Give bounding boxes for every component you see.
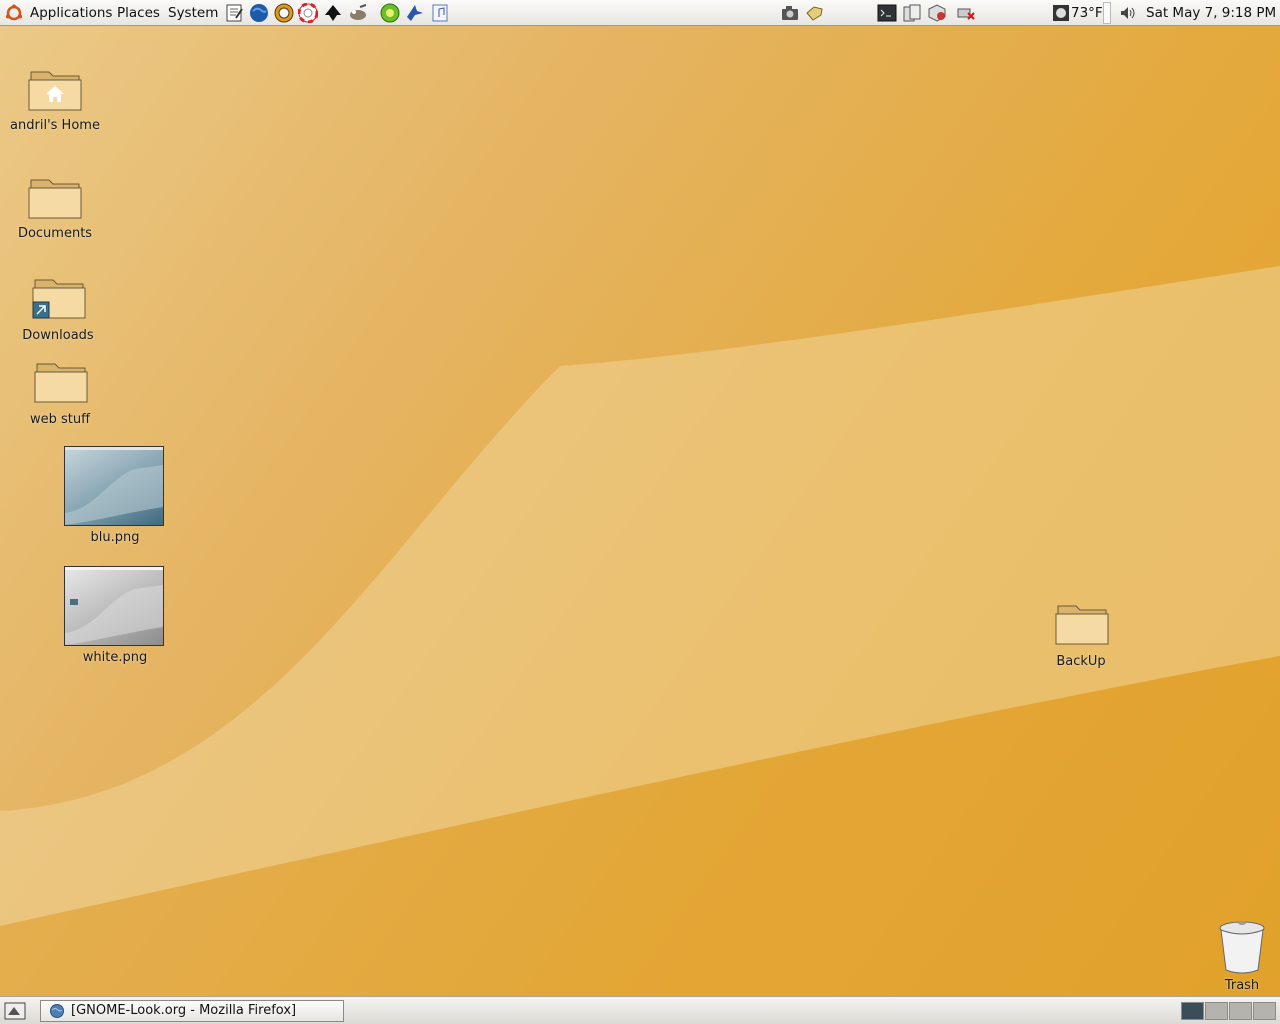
places-menu[interactable]: Places xyxy=(117,4,160,22)
blu-png-file-icon[interactable]: blu.png xyxy=(64,446,166,546)
image-thumbnail xyxy=(64,446,164,526)
moon-weather-icon[interactable] xyxy=(1053,5,1069,21)
package-manager-icon[interactable] xyxy=(927,3,947,23)
system-menu[interactable]: System xyxy=(168,4,218,22)
network-disconnected-icon[interactable] xyxy=(956,3,976,23)
weather-temperature[interactable]: 73°F xyxy=(1071,4,1103,22)
downloads-folder-icon[interactable]: Downloads xyxy=(10,274,106,343)
backup-folder-icon[interactable]: BackUp xyxy=(1036,600,1126,669)
applications-menu[interactable]: Applications xyxy=(30,4,112,22)
camera-icon[interactable] xyxy=(780,3,800,23)
help-launcher-icon[interactable] xyxy=(298,3,318,23)
gimp-launcher-icon[interactable] xyxy=(348,3,368,23)
folder-icon xyxy=(34,363,88,403)
folder-link-icon xyxy=(32,279,86,319)
bottom-panel: [GNOME-Look.org - Mozilla Firefox] xyxy=(0,996,1280,1024)
chat-launcher-icon[interactable] xyxy=(405,3,425,23)
icon-label: white.png xyxy=(82,650,148,665)
clock[interactable]: Sat May 7, 9:18 PM xyxy=(1146,4,1276,22)
show-desktop-icon[interactable] xyxy=(4,1002,26,1020)
workspace-2-button[interactable] xyxy=(1205,1002,1228,1020)
icon-label: Trash xyxy=(1224,978,1260,993)
home-folder-icon[interactable]: andril's Home xyxy=(8,66,102,133)
taskbar-window-title: [GNOME-Look.org - Mozilla Firefox] xyxy=(71,1003,297,1018)
documents-folder-icon[interactable]: Documents xyxy=(8,174,102,241)
web-browser-launcher-icon[interactable] xyxy=(249,3,269,23)
workspace-3-button[interactable] xyxy=(1229,1002,1252,1020)
workspace-1-button[interactable] xyxy=(1181,1002,1204,1020)
trash-icon[interactable]: Trash xyxy=(1206,918,1278,993)
white-png-file-icon[interactable]: white.png xyxy=(64,566,166,666)
folder-icon xyxy=(1055,605,1109,645)
icon-label: andril's Home xyxy=(10,118,100,133)
icon-label: blu.png xyxy=(90,530,140,545)
folder-home-icon xyxy=(28,71,82,111)
image-thumbnail xyxy=(64,566,164,646)
terminal-icon[interactable] xyxy=(877,3,897,23)
tag-icon[interactable] xyxy=(804,3,824,23)
text-editor-launcher-icon[interactable] xyxy=(224,3,244,23)
icon-label: BackUp xyxy=(1056,654,1106,669)
volume-icon[interactable] xyxy=(1118,3,1138,23)
taskbar-window-button[interactable]: [GNOME-Look.org - Mozilla Firefox] xyxy=(40,1000,344,1022)
workspace-4-button[interactable] xyxy=(1253,1002,1276,1020)
firefox-globe-icon xyxy=(50,1004,64,1018)
panel-handle[interactable] xyxy=(1103,2,1111,24)
media-player-launcher-icon[interactable] xyxy=(380,3,400,23)
music-launcher-icon[interactable] xyxy=(430,3,450,23)
wallpaper-wave xyxy=(0,266,1280,996)
ubuntu-logo-icon[interactable] xyxy=(5,4,23,22)
icon-label: Documents xyxy=(17,226,93,241)
inkscape-launcher-icon[interactable] xyxy=(323,3,343,23)
icon-label: Downloads xyxy=(22,328,94,343)
folder-icon xyxy=(28,179,82,219)
email-client-launcher-icon[interactable] xyxy=(274,3,294,23)
icon-label: web stuff xyxy=(29,412,91,427)
file-manager-icon[interactable] xyxy=(902,3,922,23)
web-stuff-folder-icon[interactable]: web stuff xyxy=(12,358,108,427)
desktop-background: andril's Home Documents Downloads web st… xyxy=(0,26,1280,996)
top-panel: Applications Places System 73°F Sat May … xyxy=(0,0,1280,26)
trash-can-icon xyxy=(1219,921,1265,974)
